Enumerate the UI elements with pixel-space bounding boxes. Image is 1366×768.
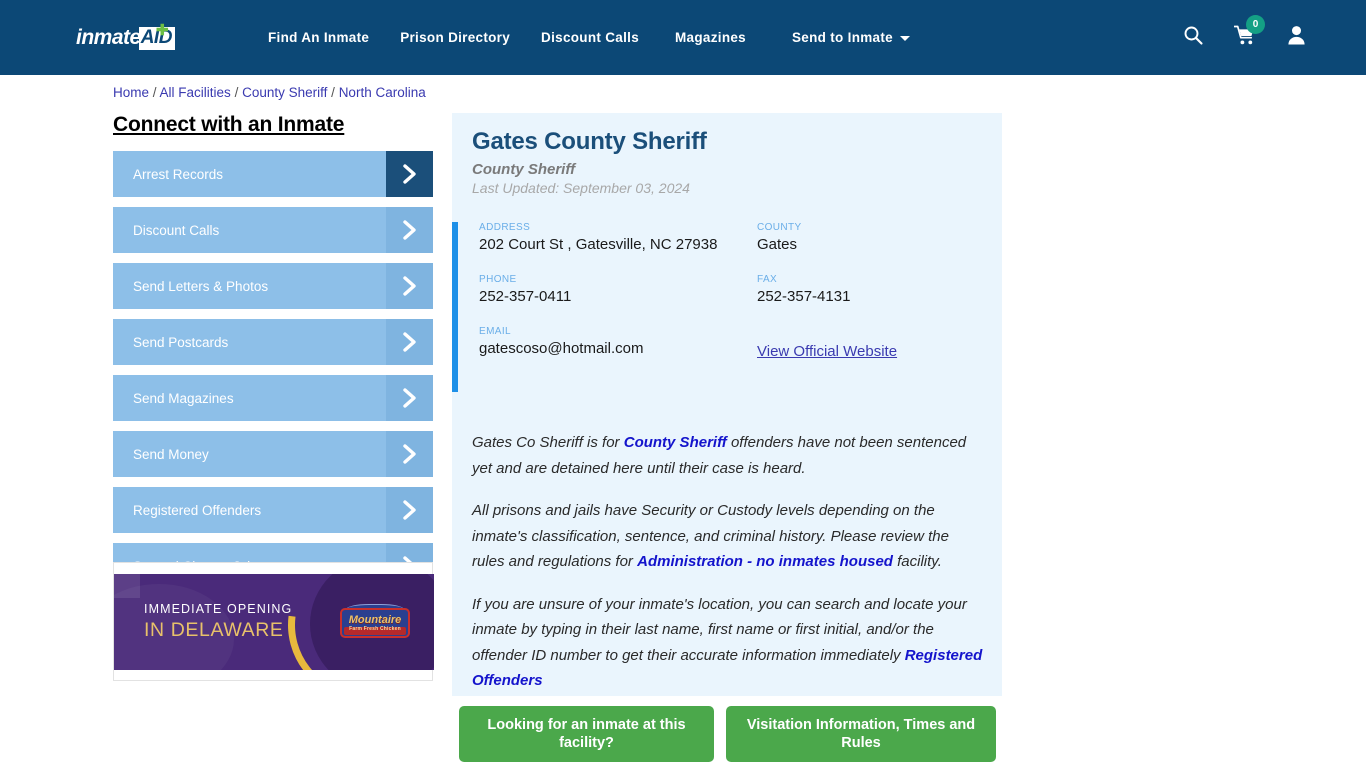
desc-link-county-sheriff[interactable]: County Sheriff [624, 434, 727, 451]
cart-icon[interactable]: 0 [1233, 14, 1265, 51]
sidebar-item-arrest-records[interactable]: Arrest Records [113, 151, 433, 197]
nav-item-send-to-inmate[interactable]: Send to Inmate [792, 30, 910, 45]
description-paragraph-1: Gates Co Sheriff is for County Sheriff o… [472, 430, 984, 481]
field-label: COUNTY [757, 222, 802, 233]
accent-bar [452, 222, 458, 392]
ad-headline-line1: IMMEDIATE OPENING [144, 602, 293, 616]
top-navigation-bar: inmate AID ✚ Find An Inmate Prison Direc… [0, 0, 1366, 75]
field-label: EMAIL [479, 326, 512, 337]
field-county: COUNTY Gates [757, 222, 999, 253]
visitation-info-button[interactable]: Visitation Information, Times and Rules [726, 706, 996, 762]
chevron-right-icon [386, 487, 433, 533]
sidebar-item-registered-offenders[interactable]: Registered Offenders [113, 487, 433, 533]
ad-text: IMMEDIATE OPENING IN DELAWARE [144, 602, 292, 642]
breadcrumb-separator: / [152, 85, 160, 100]
breadcrumb-item-north-carolina[interactable]: North Carolina [339, 85, 426, 100]
desc-text: If you are unsure of your inmate's locat… [472, 595, 967, 664]
field-value: Gates [757, 236, 798, 253]
cta-button-group: Looking for an inmate at this facility? … [459, 706, 996, 762]
breadcrumb-item-county-sheriff[interactable]: County Sheriff [242, 85, 327, 100]
facility-contact-block: ADDRESS 202 Court St , Gatesville, NC 27… [452, 222, 1002, 392]
desc-link-administration[interactable]: Administration - no inmates housed [637, 553, 893, 570]
sidebar-item-send-letters-photos[interactable]: Send Letters & Photos [113, 263, 433, 309]
nav-item-discount-calls[interactable]: Discount Calls [541, 30, 639, 45]
nav-dropdown-label: Send to Inmate [792, 30, 893, 45]
description-paragraph-2: All prisons and jails have Security or C… [472, 498, 984, 575]
field-label: PHONE [479, 274, 517, 285]
field-value: 252-357-0411 [479, 288, 572, 305]
sidebar-item-label: Send Postcards [113, 319, 386, 365]
chevron-right-icon [386, 207, 433, 253]
ad-decor-square [114, 574, 140, 598]
ad-headline-line2: IN DELAWARE [144, 619, 284, 641]
breadcrumb-item-home[interactable]: Home [113, 85, 149, 100]
nav-item-magazines[interactable]: Magazines [675, 30, 746, 45]
sidebar-advertisement[interactable]: IMMEDIATE OPENING IN DELAWARE Mountaire … [113, 562, 434, 681]
field-value: 252-357-4131 [757, 288, 851, 305]
find-inmate-button[interactable]: Looking for an inmate at this facility? [459, 706, 714, 762]
field-value: gatescoso@hotmail.com [479, 340, 644, 357]
facility-panel: Gates County Sheriff County Sheriff Last… [452, 113, 1002, 696]
description-paragraph-3: If you are unsure of your inmate's locat… [472, 592, 984, 694]
field-value: 202 Court St , Gatesville, NC 27938 [479, 236, 718, 253]
breadcrumb-separator: / [234, 85, 243, 100]
sidebar-title: Connect with an Inmate [113, 113, 345, 136]
field-phone: PHONE 252-357-0411 [479, 274, 757, 305]
chevron-right-icon [386, 319, 433, 365]
sidebar-item-label: Arrest Records [113, 151, 386, 197]
field-website: View Official Website [757, 326, 999, 361]
field-label: ADDRESS [479, 222, 531, 233]
field-email: EMAIL gatescoso@hotmail.com [479, 326, 757, 361]
chevron-down-icon [899, 36, 910, 41]
sidebar-item-discount-calls[interactable]: Discount Calls [113, 207, 433, 253]
breadcrumb-item-all-facilities[interactable]: All Facilities [160, 85, 231, 100]
breadcrumb: Home / All Facilities / County Sheriff /… [113, 85, 426, 100]
desc-text: facility. [892, 553, 942, 570]
mountaire-logo-icon: Mountaire Farm Fresh Chicken [336, 602, 414, 642]
breadcrumb-separator: / [331, 85, 339, 100]
ad-banner: IMMEDIATE OPENING IN DELAWARE Mountaire … [114, 574, 434, 670]
ad-logo-tagline: Farm Fresh Chicken [349, 626, 401, 632]
facility-contact-grid: ADDRESS 202 Court St , Gatesville, NC 27… [479, 222, 999, 361]
sidebar-item-send-magazines[interactable]: Send Magazines [113, 375, 433, 421]
last-updated: Last Updated: September 03, 2024 [472, 180, 690, 196]
search-icon[interactable] [1183, 25, 1203, 50]
desc-text: Gates Co Sheriff is for [472, 434, 624, 451]
facility-description: Gates Co Sheriff is for County Sheriff o… [472, 430, 984, 711]
sidebar: Connect with an Inmate Arrest Records Di… [113, 113, 433, 589]
chevron-right-icon [386, 263, 433, 309]
chevron-right-icon [386, 375, 433, 421]
ad-logo-brand: Mountaire [348, 614, 402, 626]
sidebar-item-label: Send Money [113, 431, 386, 477]
site-logo[interactable]: inmate AID ✚ [76, 22, 175, 52]
sidebar-item-send-postcards[interactable]: Send Postcards [113, 319, 433, 365]
sidebar-item-send-money[interactable]: Send Money [113, 431, 433, 477]
field-label: FAX [757, 274, 778, 285]
facility-header: Gates County Sheriff County Sheriff Last… [452, 113, 1002, 196]
nav-icon-group: 0 [1183, 0, 1306, 75]
view-official-website-link[interactable]: View Official Website [757, 343, 897, 360]
sidebar-item-label: Send Letters & Photos [113, 263, 386, 309]
logo-wordmark: inmate [76, 26, 141, 49]
field-address: ADDRESS 202 Court St , Gatesville, NC 27… [479, 222, 757, 253]
sidebar-item-label: Registered Offenders [113, 487, 386, 533]
sidebar-item-label: Send Magazines [113, 375, 386, 421]
nav-item-prison-directory[interactable]: Prison Directory [400, 30, 510, 45]
chevron-right-icon [386, 431, 433, 477]
field-fax: FAX 252-357-4131 [757, 274, 999, 305]
facility-type: County Sheriff [472, 161, 576, 178]
main-nav: Find An Inmate Prison Directory Discount… [268, 0, 910, 75]
user-icon[interactable] [1287, 25, 1306, 50]
plus-icon: ✚ [156, 22, 169, 39]
cart-count-badge: 0 [1246, 14, 1265, 34]
nav-item-find-an-inmate[interactable]: Find An Inmate [268, 30, 369, 45]
page-title: Gates County Sheriff [472, 128, 707, 155]
sidebar-item-label: Discount Calls [113, 207, 386, 253]
chevron-right-icon [386, 151, 433, 197]
